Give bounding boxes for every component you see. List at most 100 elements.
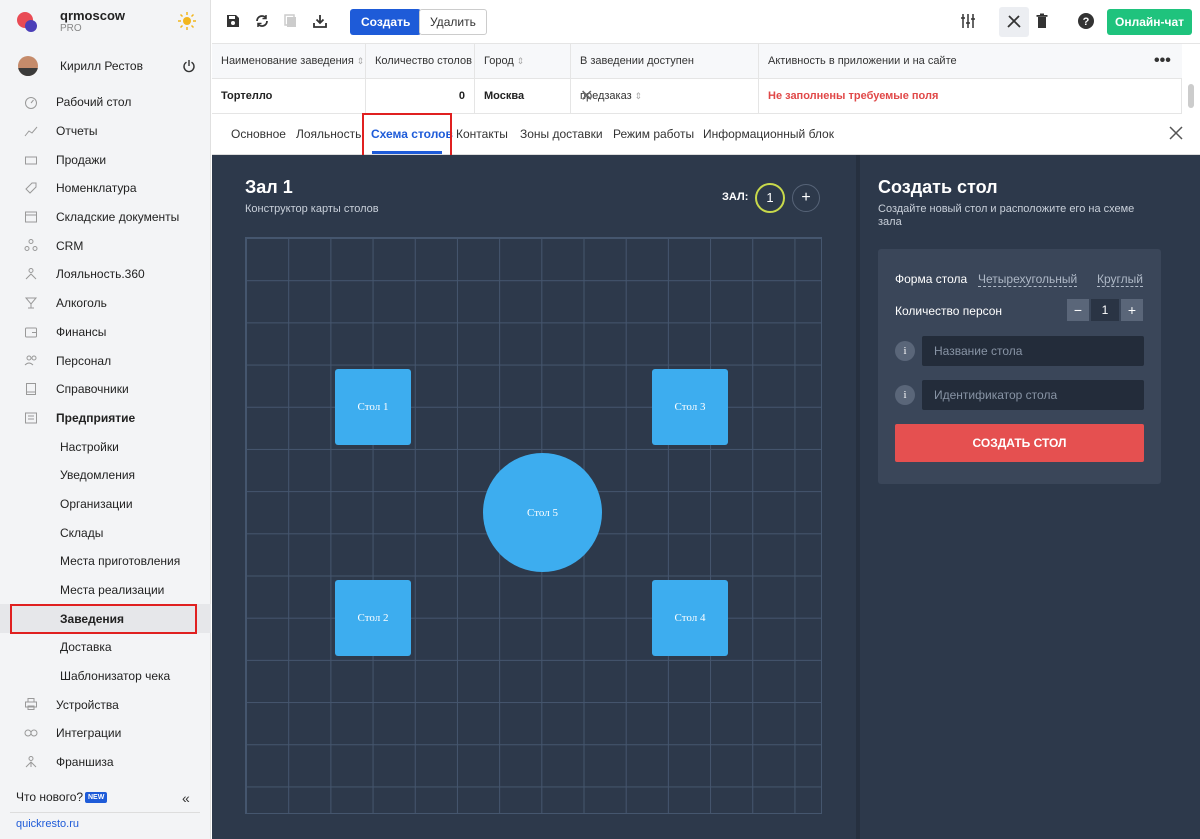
persons-decrement-button[interactable]: −: [1067, 299, 1089, 321]
sidebar-item-nomenclature[interactable]: Номенклатура: [0, 174, 211, 203]
persons-value[interactable]: 1: [1091, 299, 1119, 321]
copy-icon[interactable]: [282, 12, 300, 30]
sidebar-item-franchise[interactable]: Франшиза: [0, 748, 211, 777]
create-button[interactable]: Создать: [350, 9, 422, 35]
whats-new-link[interactable]: Что нового?: [16, 790, 83, 804]
download-icon[interactable]: [311, 12, 329, 30]
glass-icon: [24, 297, 38, 309]
column-header-tables[interactable]: Количество столов: [366, 44, 475, 79]
sidebar-item-crm[interactable]: CRM: [0, 231, 211, 260]
table-3[interactable]: Стол 3: [652, 369, 728, 445]
user-name: Кирилл Рестов: [60, 59, 143, 73]
sidebar-item-loyalty[interactable]: Лояльность.360: [0, 260, 211, 289]
column-header-preorder[interactable]: В заведении доступен предзаказ ⇕: [571, 44, 759, 102]
chart-icon: [24, 126, 38, 136]
sidebar-item-sales[interactable]: Продажи: [0, 145, 211, 174]
sidebar-subitem-receipt-templates[interactable]: Шаблонизатор чека: [0, 662, 211, 691]
cell-preorder[interactable]: ✕: [571, 79, 759, 114]
sidebar-item-devices[interactable]: Устройства: [0, 690, 211, 719]
tab-loyalty[interactable]: Лояльность: [296, 127, 361, 141]
user-profile[interactable]: Кирилл Рестов: [0, 50, 211, 82]
sidebar-item-finance[interactable]: Финансы: [0, 318, 211, 347]
create-table-button[interactable]: СОЗДАТЬ СТОЛ: [895, 424, 1144, 462]
column-header-activity[interactable]: Активность в приложении и на сайте: [759, 44, 1182, 79]
tab-info-block[interactable]: Информационный блок: [703, 127, 834, 141]
tab-table-scheme[interactable]: Схема столов: [371, 127, 453, 141]
cell-city[interactable]: Москва: [475, 79, 571, 114]
cell-activity[interactable]: Не заполнены требуемые поля: [759, 79, 1182, 114]
people-icon: [24, 239, 38, 252]
column-header-city[interactable]: Город ⇕: [475, 44, 571, 79]
info-icon[interactable]: i: [895, 385, 915, 405]
help-icon[interactable]: ?: [1077, 12, 1095, 30]
add-hall-button[interactable]: +: [792, 184, 820, 212]
tab-general[interactable]: Основное: [231, 127, 286, 141]
delete-button[interactable]: Удалить: [419, 9, 487, 35]
sidebar-item-label: Номенклатура: [56, 181, 137, 196]
filter-settings-icon[interactable]: [959, 12, 977, 30]
cell-tables[interactable]: 0: [366, 79, 475, 114]
sidebar-subitem-label: Организации: [60, 496, 133, 511]
table-4[interactable]: Стол 4: [652, 580, 728, 656]
sidebar-subitem-venues[interactable]: Заведения: [0, 604, 211, 634]
sidebar-item-reports[interactable]: Отчеты: [0, 117, 211, 146]
sidebar-subitem-notifications[interactable]: Уведомления: [0, 461, 211, 490]
venues-table: Наименование заведения ⇕ Количество столо…: [212, 44, 1200, 114]
table-2[interactable]: Стол 2: [335, 580, 411, 656]
shape-round-option[interactable]: Круглый: [1097, 272, 1143, 287]
floor-plan-grid[interactable]: Стол 1 Стол 3 Стол 5 Стол 2 Стол 4: [245, 237, 822, 814]
power-icon[interactable]: [182, 59, 196, 73]
table-5[interactable]: Стол 5: [483, 453, 602, 572]
new-badge: NEW: [85, 792, 108, 803]
site-link[interactable]: quickresto.ru: [16, 818, 79, 830]
sidebar-item-label: Отчеты: [56, 124, 98, 139]
basket-icon: [25, 156, 37, 165]
enterprise-icon: [25, 412, 37, 424]
sidebar-subitem-sale-places[interactable]: Места реализации: [0, 576, 211, 605]
active-tab-indicator: [372, 151, 442, 154]
sidebar-item-label: Лояльность.360: [56, 267, 145, 282]
online-chat-button[interactable]: Онлайн-чат: [1107, 9, 1192, 35]
save-icon[interactable]: [224, 12, 242, 30]
info-icon[interactable]: i: [895, 341, 915, 361]
create-table-subtitle: Создайте новый стол и расположите его на…: [878, 203, 1135, 228]
sidebar-item-alcohol[interactable]: Алкоголь: [0, 289, 211, 318]
brand-logo-icon: [17, 12, 37, 32]
brand[interactable]: qrmoscow PRO: [0, 0, 211, 44]
cell-name[interactable]: Тортелло: [212, 79, 366, 114]
trash-icon[interactable]: [1033, 12, 1051, 30]
column-header-name[interactable]: Наименование заведения ⇕: [212, 44, 366, 79]
sidebar-subitem-delivery[interactable]: Доставка: [0, 633, 211, 662]
table-name-input[interactable]: [922, 336, 1144, 366]
sidebar-item-label: Алкоголь: [56, 296, 107, 311]
tab-working-hours[interactable]: Режим работы: [613, 127, 694, 141]
sidebar-item-dashboard[interactable]: Рабочий стол: [0, 88, 211, 117]
sun-icon[interactable]: [178, 12, 196, 30]
table-1[interactable]: Стол 1: [335, 369, 411, 445]
sidebar-subitem-organizations[interactable]: Организации: [0, 490, 211, 519]
wallet-icon: [25, 327, 37, 337]
table-id-input[interactable]: [922, 380, 1144, 410]
sidebar-item-label: Предприятие: [56, 410, 136, 425]
shape-square-option[interactable]: Четырехугольный: [978, 272, 1078, 287]
close-icon[interactable]: [1168, 125, 1184, 141]
tabbar: Основное Лояльность Схема столов Контакт…: [212, 114, 1200, 155]
sidebar-subitem-settings[interactable]: Настройки: [0, 432, 211, 461]
persons-increment-button[interactable]: +: [1121, 299, 1143, 321]
hall-subtitle: Конструктор карты столов: [245, 203, 379, 215]
sidebar-item-directories[interactable]: Справочники: [0, 375, 211, 404]
sidebar-item-staff[interactable]: Персонал: [0, 346, 211, 375]
more-options-icon[interactable]: •••: [1154, 52, 1171, 70]
sidebar-item-integrations[interactable]: Интеграции: [0, 719, 211, 748]
tab-contacts[interactable]: Контакты: [456, 127, 508, 141]
tab-delivery-zones[interactable]: Зоны доставки: [520, 127, 603, 141]
printer-icon: [25, 698, 37, 711]
sidebar-subitem-cooking-places[interactable]: Места приготовления: [0, 547, 211, 576]
table-scrollbar[interactable]: [1188, 84, 1194, 108]
refresh-icon[interactable]: [253, 12, 271, 30]
collapse-sidebar-icon[interactable]: «: [182, 790, 190, 806]
sidebar-subitem-warehouses[interactable]: Склады: [0, 518, 211, 547]
hall-number-button[interactable]: 1: [755, 183, 785, 213]
sidebar-item-enterprise[interactable]: Предприятие: [0, 404, 211, 433]
sidebar-item-warehouse-docs[interactable]: Складские документы: [0, 203, 211, 232]
